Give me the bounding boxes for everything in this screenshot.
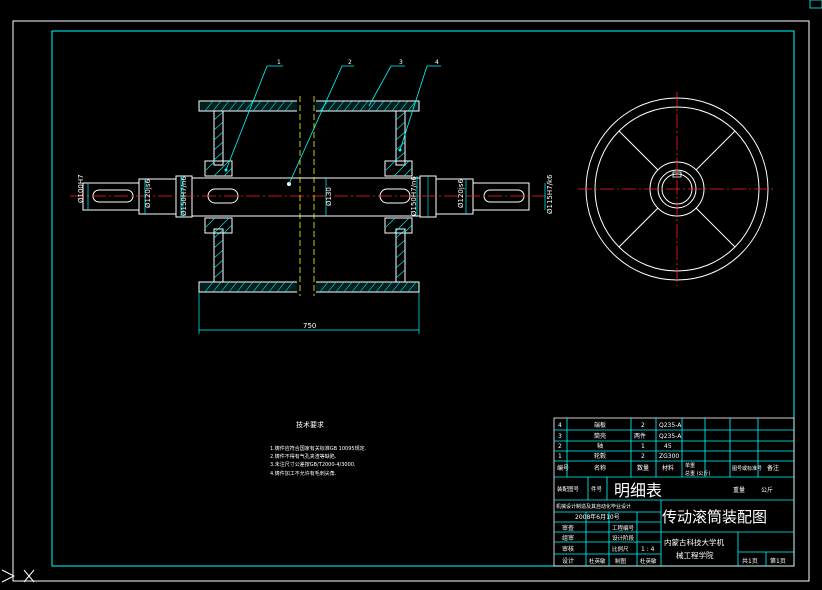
dim-overall-length: 750 [303,322,316,330]
balloon-2: 2 [348,59,352,66]
end-plate-right [395,110,406,283]
part-1-material: ZG300 [659,453,679,460]
part-3-no: 3 [558,433,562,440]
cad-drawing-canvas: 1 2 3 4 Ø100H7 Ø120js6 Ø150H7/n6 Ø130 Ø1… [1,0,822,583]
balloon-1: 1 [277,59,281,66]
tech-req-title: 技术要求 [296,420,324,429]
dim-center: Ø130 [325,187,333,206]
designer-name: 杜英敏 [589,557,606,565]
inner-frame [51,30,795,567]
date: 2008年6月10号 [575,513,620,521]
front-section-view: 1 2 3 4 Ø100H7 Ø120js6 Ø150H7/n6 Ø130 Ø1… [70,59,554,334]
school-line-2: 械工程学院 [676,550,714,560]
dim-left-end: Ø100H7 [77,174,85,203]
viewport-corner-marker [809,0,822,9]
side-view [578,92,776,286]
dim-left-bearing: Ø150H7/n6 [180,176,188,216]
part-4-no: 4 [558,422,562,429]
sheets-total: 共1页 [742,557,758,565]
drafter-name: 杜英敏 [640,557,657,565]
header-remark: 备注 [767,464,779,472]
tech-req-item-2: 2.铸件不得有气孔夹渣等缺陷. [270,453,337,460]
part-2-no: 2 [558,443,562,450]
scale-value: 1 : 4 [641,546,655,553]
school-line-1: 内蒙古科技大学机 [664,537,724,547]
dim-left-shoulder: Ø120js6 [144,179,152,208]
project-name: 机械设计制造及其自动化毕业设计 [556,503,631,510]
row-approve: 审核 [562,545,574,553]
part-4-qty: 2 [641,422,645,429]
part-3-material: Q235-A [659,433,682,440]
weight-label: 重量 [733,486,745,494]
weight-unit: 公斤 [761,486,773,494]
part-no-label: 件号 [591,485,603,493]
drawing-title: 传动滚筒装配图 [662,508,767,526]
header-total-weight: 总重 (公斤) [685,470,711,477]
title-block-text: 装配图号 件号 明细表 重量 公斤 机械设计制造及其自动化毕业设计 2008年6… [556,481,786,565]
header-name: 名称 [594,464,606,472]
drafter-label: 制图 [615,557,627,565]
label-design-stage: 设计阶段 [612,534,635,542]
part-4-material: Q235-A [659,422,682,429]
part-1-qty: 2 [641,453,645,460]
row-design: 设计 [562,557,574,565]
row-review: 审查 [562,524,574,532]
hub-left [204,160,233,234]
row-group-review: 组审 [562,534,574,542]
tech-req-item-1: 1.铸件应符合国家有关标准GB 10095规定. [270,445,367,452]
header-no: 编号 [557,464,569,472]
list-title: 明细表 [614,481,662,500]
part-3-name: 筒壳 [594,432,606,440]
balloon-leaders [225,65,441,185]
balloon-4: 4 [435,59,439,66]
header-unit-weight: 单重 [685,462,695,469]
balloon-3: 3 [399,59,403,66]
header-qty: 数量 [637,464,649,472]
tech-req-item-3: 3.未注尺寸公差按GB/T2000-4/3000. [270,461,356,468]
dim-right-shoulder: Ø120js6 [457,179,465,208]
part-2-qty: 1 [641,443,645,450]
ucs-icon [1,569,35,583]
ref-label: 装配图号 [557,485,580,493]
parts-list-text: 4 端板 2 Q235-A 3 筒壳 两件 Q235-A 2 轴 1 45 1 … [557,421,779,477]
part-2-material: 45 [664,443,672,450]
sheet-no: 第1页 [770,557,786,565]
part-3-qty: 两件 [634,432,646,440]
part-4-name: 端板 [594,421,606,429]
header-drawing-no: 图号或标准号 [732,465,762,472]
part-1-name: 轮毂 [594,452,606,460]
label-project-no: 工程编号 [612,524,635,532]
tech-requirements: 技术要求 1.铸件应符合国家有关标准GB 10095规定. 2.铸件不得有气孔夹… [270,420,367,477]
part-1-no: 1 [558,453,562,460]
header-material: 材料 [662,464,674,472]
dim-right-end: Ø115H7/k6 [546,174,554,214]
hub-right [384,160,413,234]
part-2-name: 轴 [597,442,603,450]
dim-right-bearing: Ø150H7/n6 [410,176,418,216]
end-plate-left [213,110,224,283]
label-scale: 比例尺 [612,545,629,553]
tech-req-item-4: 4.铸件加工不允许有毛刺尖角. [270,470,337,477]
